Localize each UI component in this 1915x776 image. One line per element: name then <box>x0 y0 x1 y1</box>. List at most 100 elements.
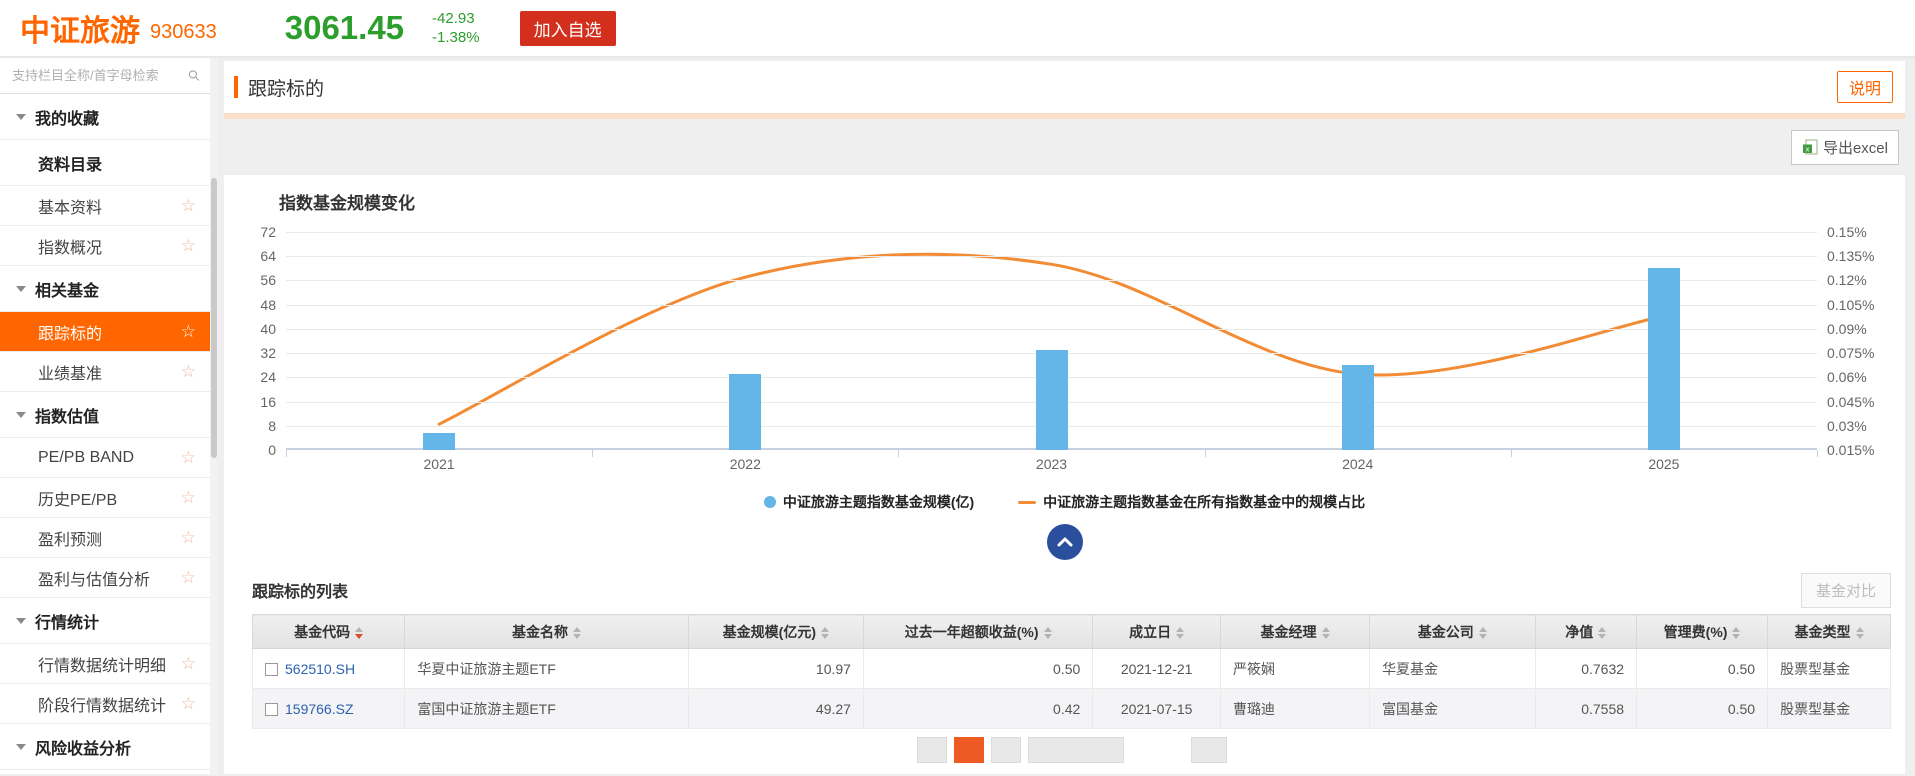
sidebar-item[interactable]: 跟踪标的☆ <box>0 312 210 352</box>
sidebar: 我的收藏资料目录基本资料☆指数概况☆ 相关基金跟踪标的☆业绩基准☆指数估值PE/P… <box>0 58 210 774</box>
sidebar-group[interactable]: 风险收益分析 <box>0 724 210 770</box>
scrollbar-thumb[interactable] <box>211 178 217 458</box>
search-icon[interactable] <box>188 67 200 84</box>
toolbar-band: x 导出excel <box>224 119 1905 175</box>
sidebar-item[interactable]: 行情数据统计明细☆ <box>0 644 210 684</box>
sort-up-icon <box>1732 627 1740 632</box>
sidebar-item[interactable]: 盈利预测 ☆ <box>0 518 210 558</box>
right-axis-tick: 0.015% <box>1827 442 1874 458</box>
sidebar-item-label: 盈利预测 <box>38 526 102 550</box>
sidebar-group-label: 相关基金 <box>35 277 99 301</box>
table-cell: 49.27 <box>688 689 863 729</box>
column-header[interactable]: 基金经理 <box>1221 615 1370 649</box>
sidebar-item[interactable]: PE/PB BAND☆ <box>0 438 210 478</box>
row-checkbox[interactable] <box>265 703 278 716</box>
legend-item-bar[interactable]: 中证旅游主题指数基金规模(亿) <box>764 492 974 512</box>
table-body: 562510.SH华夏中证旅游主题ETF10.970.502021-12-21严… <box>253 649 1891 729</box>
favorite-star-icon[interactable]: ☆ <box>181 654 196 674</box>
export-excel-button[interactable]: x 导出excel <box>1791 130 1899 165</box>
price-change-percent: -1.38% <box>432 28 480 48</box>
table-cell: 华夏中证旅游主题ETF <box>405 649 688 689</box>
index-name: 中证旅游 <box>20 6 140 50</box>
sort-arrows-icon[interactable] <box>1598 627 1606 639</box>
pagination-item[interactable] <box>1028 737 1124 763</box>
legend-item-line[interactable]: 中证旅游主题指数基金在所有指数基金中的规模占比 <box>1018 492 1365 512</box>
bar-2022 <box>729 374 761 450</box>
sidebar-scrollbar[interactable] <box>210 58 218 774</box>
gridline <box>286 256 1817 257</box>
chart-title: 指数基金规模变化 <box>279 189 1905 214</box>
gridline <box>286 329 1817 330</box>
sort-arrows-icon[interactable] <box>573 627 581 639</box>
plot-area <box>286 232 1817 450</box>
export-excel-label: 导出excel <box>1823 137 1888 158</box>
sort-arrows-icon[interactable] <box>1176 627 1184 639</box>
sidebar-item[interactable]: 历史PE/PB☆ <box>0 478 210 518</box>
help-button[interactable]: 说明 <box>1837 71 1893 103</box>
right-axis-tick: 0.03% <box>1827 418 1867 434</box>
sort-arrows-icon[interactable] <box>821 627 829 639</box>
favorite-star-icon[interactable]: ☆ <box>181 694 196 714</box>
sidebar-group[interactable]: 指数估值 <box>0 392 210 438</box>
sidebar-group[interactable]: 相关基金 <box>0 266 210 312</box>
fund-code-link[interactable]: 159766.SZ <box>285 701 354 717</box>
legend-bar-marker <box>764 496 776 508</box>
column-header[interactable]: 基金公司 <box>1370 615 1535 649</box>
sort-arrows-icon[interactable] <box>355 627 363 639</box>
sidebar-item[interactable]: 指数概况☆ <box>0 226 210 266</box>
sort-arrows-icon[interactable] <box>1732 627 1740 639</box>
x-axis-label: 2023 <box>1012 456 1092 472</box>
column-header[interactable]: 过去一年超额收益(%) <box>863 615 1092 649</box>
column-header[interactable]: 净值 <box>1535 615 1637 649</box>
sort-arrows-icon[interactable] <box>1856 627 1864 639</box>
add-to-watchlist-button[interactable]: 加入自选 <box>520 11 616 46</box>
sidebar-item[interactable]: 资料目录 <box>0 140 210 186</box>
column-header[interactable]: 基金规模(亿元) <box>688 615 863 649</box>
fund-code-link[interactable]: 562510.SH <box>285 661 355 677</box>
favorite-star-icon[interactable]: ☆ <box>181 196 196 216</box>
body: 我的收藏资料目录基本资料☆指数概况☆相关基金跟踪标的☆业绩基准☆指数估值PE/P… <box>0 58 1915 774</box>
left-axis-tick: 16 <box>260 394 276 410</box>
sort-down-icon <box>1732 634 1740 639</box>
favorite-star-icon[interactable]: ☆ <box>181 236 196 256</box>
pagination-item[interactable] <box>954 737 984 763</box>
index-price: 3061.45 <box>285 9 404 47</box>
right-axis-tick: 0.15% <box>1827 224 1867 240</box>
favorite-star-icon[interactable]: ☆ <box>181 528 196 548</box>
sidebar-item[interactable]: 阶段行情数据统计☆ <box>0 684 210 724</box>
sort-up-icon <box>1044 627 1052 632</box>
column-header[interactable]: 基金类型 <box>1768 615 1891 649</box>
table-cell: 富国基金 <box>1370 689 1535 729</box>
pagination-item[interactable] <box>917 737 947 763</box>
main-panel: 跟踪标的 说明 x 导出excel 指数基金规模变化 <box>224 61 1905 774</box>
sort-arrows-icon[interactable] <box>1479 627 1487 639</box>
pagination-item[interactable] <box>991 737 1021 763</box>
sidebar-item[interactable]: 基本资料☆ <box>0 186 210 226</box>
sidebar-item[interactable]: 业绩基准☆ <box>0 352 210 392</box>
favorite-star-icon[interactable]: ☆ <box>181 322 196 342</box>
sidebar-item[interactable]: 盈利与估值分析☆ <box>0 558 210 598</box>
table-cell: 股票型基金 <box>1768 649 1891 689</box>
left-axis-tick: 24 <box>260 369 276 385</box>
column-header[interactable]: 管理费(%) <box>1637 615 1768 649</box>
search-input[interactable] <box>12 68 188 83</box>
right-axis-tick: 0.135% <box>1827 248 1874 264</box>
favorite-star-icon[interactable]: ☆ <box>181 568 196 588</box>
column-header[interactable]: 成立日 <box>1093 615 1221 649</box>
sort-arrows-icon[interactable] <box>1044 627 1052 639</box>
collapse-chart-button[interactable] <box>1047 524 1083 560</box>
column-header[interactable]: 基金名称 <box>405 615 688 649</box>
favorite-star-icon[interactable]: ☆ <box>181 448 196 468</box>
sidebar-group-label: 我的收藏 <box>35 105 99 129</box>
favorite-star-icon[interactable]: ☆ <box>181 488 196 508</box>
sidebar-group[interactable]: 行情统计 <box>0 598 210 644</box>
fund-compare-button[interactable]: 基金对比 <box>1801 573 1891 608</box>
sort-down-icon <box>1044 634 1052 639</box>
row-checkbox[interactable] <box>265 663 278 676</box>
sort-arrows-icon[interactable] <box>1322 627 1330 639</box>
column-header[interactable]: 基金代码 <box>253 615 405 649</box>
favorite-star-icon[interactable]: ☆ <box>181 362 196 382</box>
page-title: 跟踪标的 <box>248 74 324 101</box>
sidebar-group[interactable]: 我的收藏 <box>0 94 210 140</box>
pagination-item[interactable] <box>1191 737 1227 763</box>
